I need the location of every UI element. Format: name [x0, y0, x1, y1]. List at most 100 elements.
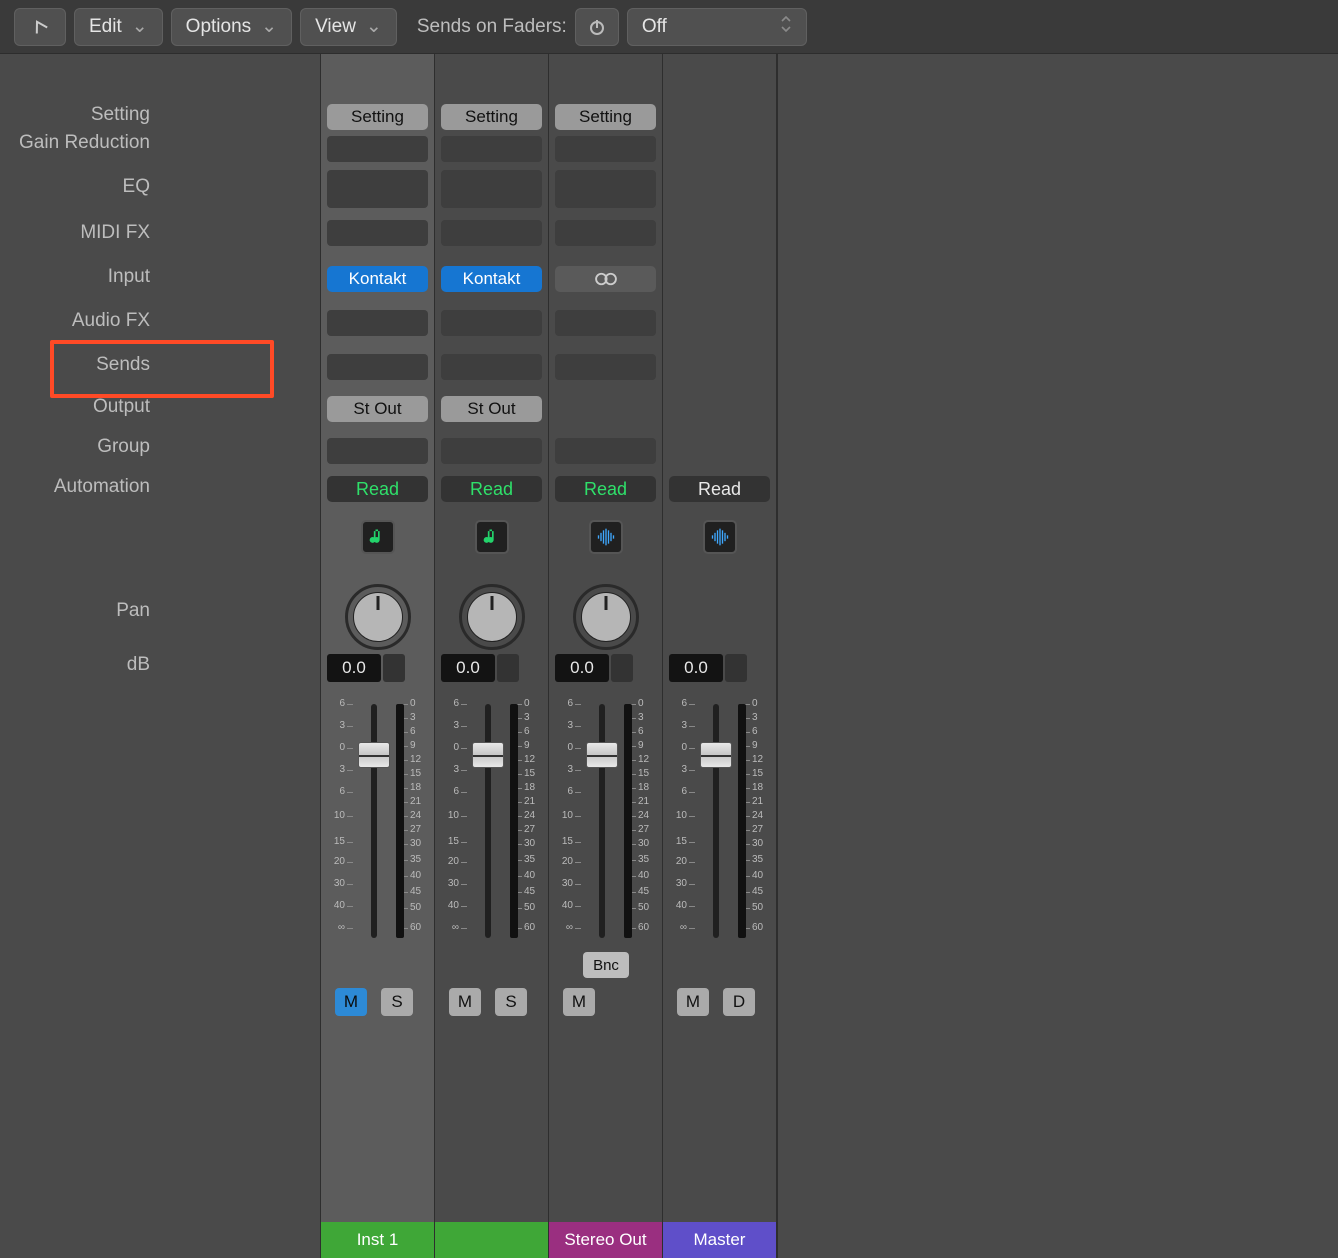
- channel-strip: Read 0.0 630361015203040∞03691215182124273…: [662, 54, 776, 1258]
- track-type-icon[interactable]: [703, 520, 737, 554]
- track-type-icon[interactable]: [475, 520, 509, 554]
- row-pan-label: Pan: [116, 600, 150, 622]
- group-slot[interactable]: [441, 438, 542, 464]
- fader-track[interactable]: [371, 704, 377, 938]
- midifx-slot[interactable]: [327, 220, 428, 246]
- fader: 630361015203040∞036912151821242730354045…: [327, 704, 428, 938]
- db-readout[interactable]: 0.0: [441, 654, 495, 682]
- db-readout[interactable]: 0.0: [555, 654, 609, 682]
- fader-cap[interactable]: [358, 742, 390, 768]
- eq-slot[interactable]: [555, 170, 656, 208]
- channel-strip: Setting Kontakt St Out Read 0.0 6303610152030…: [320, 54, 434, 1258]
- channel-strip: SettingRead0.0630361015203040∞0369121518…: [548, 54, 662, 1258]
- eq-slot[interactable]: [327, 170, 428, 208]
- group-slot[interactable]: [327, 438, 428, 464]
- sends-power-button[interactable]: [575, 8, 619, 46]
- input-button[interactable]: Kontakt: [327, 266, 428, 292]
- group-slot[interactable]: [555, 438, 656, 464]
- automation-button[interactable]: Read: [327, 476, 428, 502]
- fader-track[interactable]: [713, 704, 719, 938]
- output-button[interactable]: St Out: [441, 396, 542, 422]
- track-type-icon[interactable]: [361, 520, 395, 554]
- midifx-slot[interactable]: [441, 220, 542, 246]
- row-setting-label: Setting: [91, 104, 150, 126]
- pan-knob[interactable]: [581, 592, 631, 642]
- row-label-column: Setting Gain Reduction EQ MIDI FX Input …: [0, 54, 160, 1258]
- fader: 630361015203040∞036912151821242730354045…: [669, 704, 770, 938]
- gain-reduction-slot[interactable]: [555, 136, 656, 162]
- db-meter: [383, 654, 405, 682]
- collapse-button[interactable]: [14, 8, 66, 46]
- edit-menu[interactable]: Edit ⌄: [74, 8, 163, 46]
- db-readout[interactable]: 0.0: [669, 654, 723, 682]
- track-type-icon[interactable]: [589, 520, 623, 554]
- gain-reduction-slot[interactable]: [441, 136, 542, 162]
- audiofx-slot[interactable]: [555, 310, 656, 336]
- solo-button[interactable]: S: [495, 988, 527, 1016]
- row-eq-label: EQ: [123, 176, 150, 198]
- setting-button[interactable]: Setting: [327, 104, 428, 130]
- sends-slot[interactable]: [327, 354, 428, 380]
- row-automation-label: Automation: [54, 476, 150, 498]
- setting-button[interactable]: Setting: [555, 104, 656, 130]
- sends-select[interactable]: Off: [627, 8, 807, 46]
- input-button[interactable]: [555, 266, 656, 292]
- row-db-label: dB: [127, 654, 150, 676]
- chevron-down-icon: ⌄: [261, 15, 277, 38]
- fader-track[interactable]: [599, 704, 605, 938]
- row-gain-label: Gain Reduction: [19, 132, 150, 154]
- view-menu-label: View: [315, 16, 356, 38]
- pan-knob[interactable]: [353, 592, 403, 642]
- setting-button[interactable]: Setting: [441, 104, 542, 130]
- sends-slot[interactable]: [441, 354, 542, 380]
- chevron-down-icon: ⌄: [366, 15, 382, 38]
- audiofx-slot[interactable]: [327, 310, 428, 336]
- eq-slot[interactable]: [441, 170, 542, 208]
- mute-button[interactable]: M: [677, 988, 709, 1016]
- gain-reduction-slot[interactable]: [327, 136, 428, 162]
- midifx-slot[interactable]: [555, 220, 656, 246]
- channel-name[interactable]: Master: [663, 1222, 776, 1258]
- channel-name[interactable]: [435, 1222, 548, 1258]
- sends-slot[interactable]: [555, 354, 656, 380]
- view-menu[interactable]: View ⌄: [300, 8, 397, 46]
- level-meter: [510, 704, 518, 938]
- fader: 630361015203040∞036912151821242730354045…: [441, 704, 542, 938]
- fader-track[interactable]: [485, 704, 491, 938]
- input-button[interactable]: Kontakt: [441, 266, 542, 292]
- sends-select-value: Off: [642, 16, 667, 38]
- row-input-label: Input: [108, 266, 150, 288]
- db-readout[interactable]: 0.0: [327, 654, 381, 682]
- row-group-label: Group: [97, 436, 150, 458]
- channel-name[interactable]: Stereo Out: [549, 1222, 662, 1258]
- automation-button[interactable]: Read: [669, 476, 770, 502]
- stereo-icon: [592, 272, 620, 286]
- level-meter: [738, 704, 746, 938]
- bounce-button[interactable]: Bnc: [583, 952, 629, 978]
- mute-button[interactable]: M: [449, 988, 481, 1016]
- fader-cap[interactable]: [700, 742, 732, 768]
- fader-cap[interactable]: [586, 742, 618, 768]
- mute-button[interactable]: M: [563, 988, 595, 1016]
- row-audiofx-label: Audio FX: [72, 310, 150, 332]
- chevron-down-icon: ⌄: [132, 15, 148, 38]
- channel-name[interactable]: Inst 1: [321, 1222, 434, 1258]
- audiofx-slot[interactable]: [441, 310, 542, 336]
- fader-cap[interactable]: [472, 742, 504, 768]
- automation-button[interactable]: Read: [555, 476, 656, 502]
- options-menu-label: Options: [186, 16, 251, 38]
- sends-on-faders-label: Sends on Faders:: [417, 16, 567, 38]
- row-midifx-label: MIDI FX: [80, 222, 150, 244]
- row-output-label: Output: [93, 396, 150, 418]
- pan-knob[interactable]: [467, 592, 517, 642]
- solo-button[interactable]: S: [381, 988, 413, 1016]
- mixer-toolbar: Edit ⌄ Options ⌄ View ⌄ Sends on Faders:…: [0, 0, 1338, 54]
- automation-button[interactable]: Read: [441, 476, 542, 502]
- level-meter: [396, 704, 404, 938]
- dim-button[interactable]: D: [723, 988, 755, 1016]
- arrow-up-left-icon: [30, 17, 50, 37]
- output-button[interactable]: St Out: [327, 396, 428, 422]
- options-menu[interactable]: Options ⌄: [171, 8, 292, 46]
- mute-button[interactable]: M: [335, 988, 367, 1016]
- db-meter: [611, 654, 633, 682]
